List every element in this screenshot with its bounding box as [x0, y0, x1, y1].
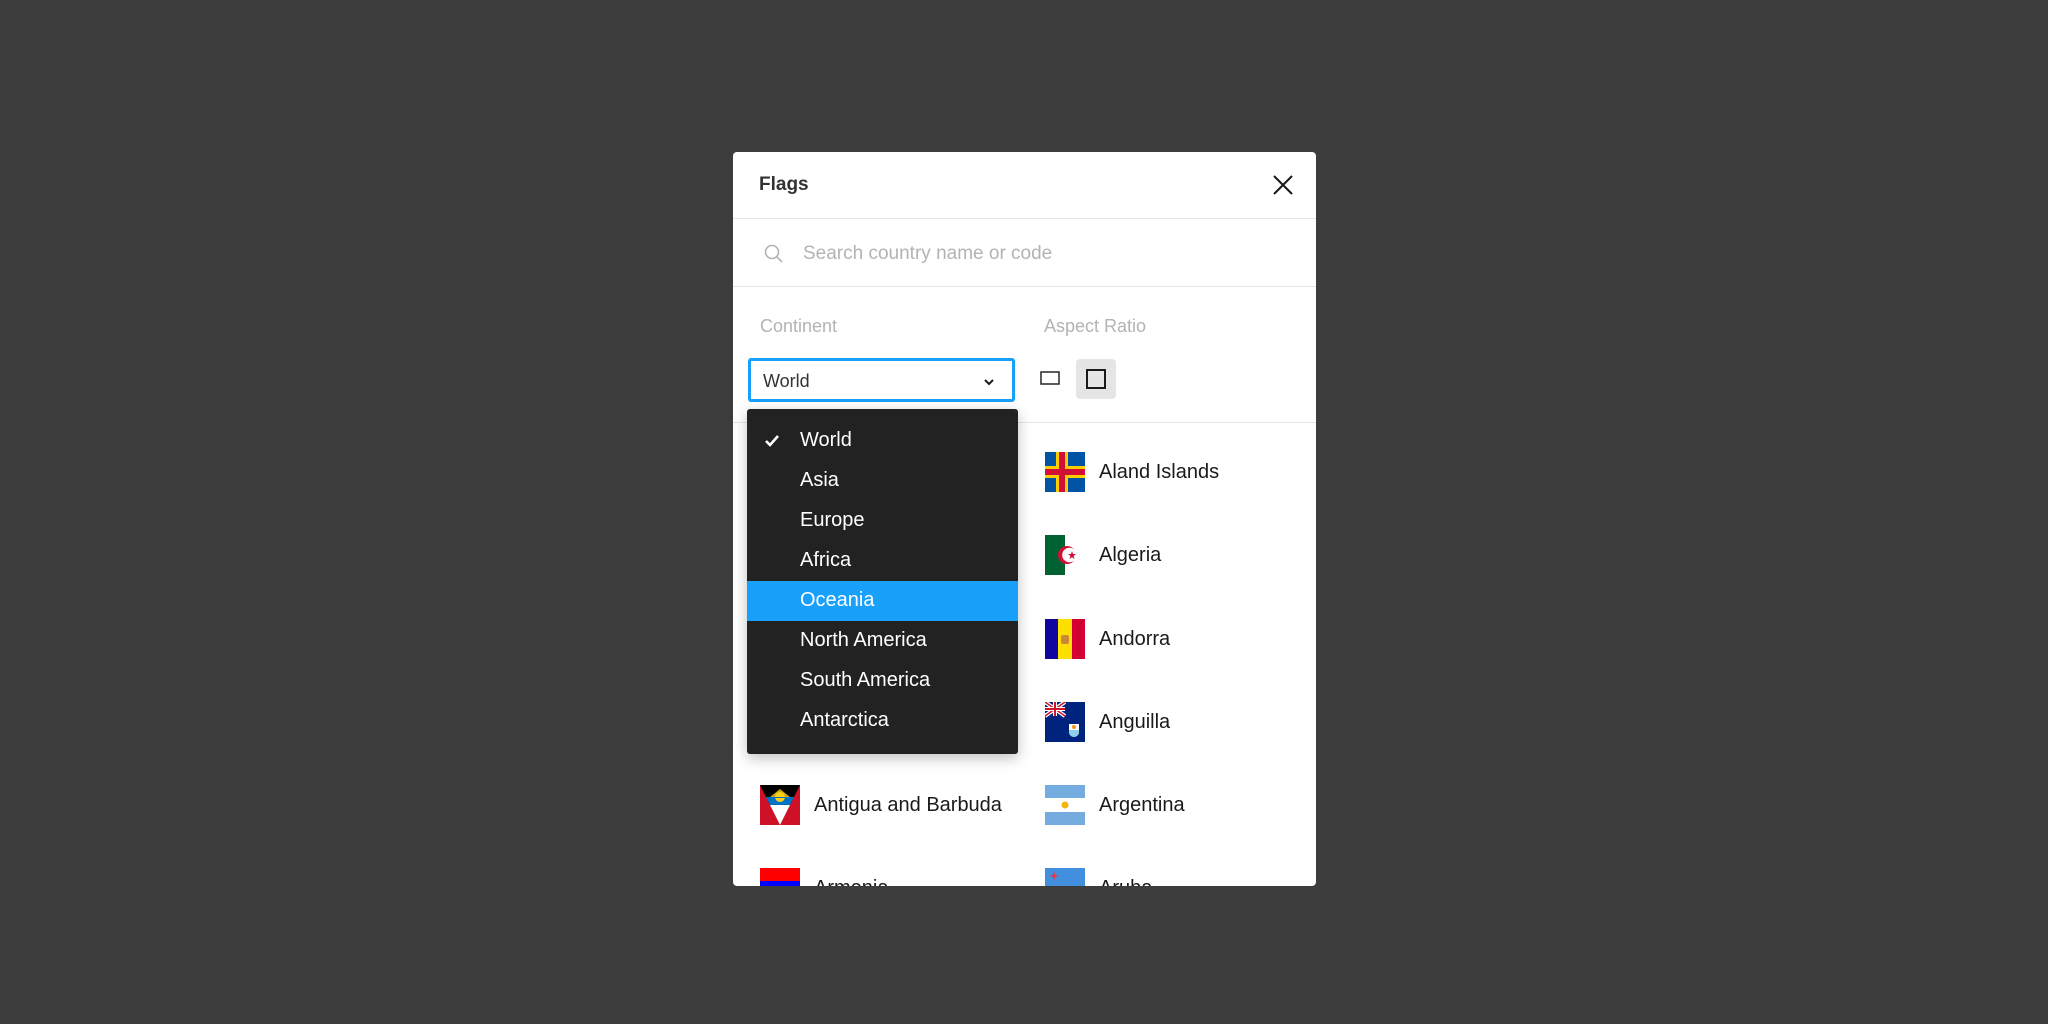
option-label: Antarctica: [800, 709, 889, 731]
country-name: Anguilla: [1099, 710, 1171, 733]
country-item-antigua-and-barbuda[interactable]: Antigua and Barbuda: [760, 783, 1002, 827]
country-item-armenia[interactable]: Armenia: [760, 866, 888, 886]
country-name: Aland Islands: [1099, 460, 1220, 483]
dropdown-option-world[interactable]: World: [747, 421, 1018, 461]
continent-dropdown-menu: World Asia Europe Africa Oceania North A…: [747, 409, 1018, 754]
country-item-aruba[interactable]: Aruba: [1045, 866, 1152, 886]
aspect-ratio-label: Aspect Ratio: [1044, 316, 1147, 336]
antigua-and-barbuda-flag-icon: [760, 785, 800, 825]
option-label: North America: [800, 629, 927, 651]
aspect-wide-button[interactable]: [1039, 359, 1079, 399]
aspect-square-button[interactable]: [1076, 359, 1116, 399]
continent-select[interactable]: World: [748, 358, 1015, 402]
country-item-algeria[interactable]: Algeria: [1045, 533, 1161, 577]
search-input[interactable]: [801, 237, 1285, 271]
chevron-down-icon: [984, 379, 994, 386]
dropdown-option-africa[interactable]: Africa: [747, 541, 1018, 581]
dropdown-option-asia[interactable]: Asia: [747, 461, 1018, 501]
argentina-flag-icon: [1045, 785, 1085, 825]
option-label: Asia: [800, 469, 839, 491]
aland-islands-flag-icon: [1045, 452, 1085, 492]
modal-header: Flags: [733, 152, 1316, 219]
modal-title: Flags: [759, 174, 809, 195]
country-item-argentina[interactable]: Argentina: [1045, 783, 1185, 827]
dropdown-option-north-america[interactable]: North America: [747, 621, 1018, 661]
armenia-flag-icon: [760, 868, 800, 886]
anguilla-flag-icon: [1045, 702, 1085, 742]
country-item-anguilla[interactable]: Anguilla: [1045, 700, 1170, 744]
country-item-aland-islands[interactable]: Aland Islands: [1045, 450, 1219, 494]
country-name: Argentina: [1099, 793, 1185, 816]
close-icon: [1273, 175, 1293, 195]
andorra-flag-icon: [1045, 619, 1085, 659]
filters-section: [733, 287, 1316, 423]
option-label: Europe: [800, 509, 865, 531]
continent-label: Continent: [760, 316, 838, 336]
option-label: South America: [800, 669, 931, 691]
algeria-flag-icon: [1045, 535, 1085, 575]
checkmark-icon: [765, 435, 779, 447]
option-label: World: [800, 429, 852, 451]
country-name: Andorra: [1099, 627, 1171, 650]
country-name: Antigua and Barbuda: [814, 793, 1002, 816]
option-label: Oceania: [800, 589, 875, 611]
dropdown-option-oceania[interactable]: Oceania: [747, 581, 1018, 621]
dropdown-option-south-america[interactable]: South America: [747, 661, 1018, 701]
dropdown-option-antarctica[interactable]: Antarctica: [747, 701, 1018, 741]
continent-select-value: World: [763, 371, 810, 391]
country-item-andorra[interactable]: Andorra: [1045, 617, 1170, 661]
aruba-flag-icon: [1045, 868, 1085, 886]
option-label: Africa: [800, 549, 852, 571]
dropdown-option-europe[interactable]: Europe: [747, 501, 1018, 541]
rectangle-wide-icon: [1040, 371, 1060, 385]
country-name: Armenia: [814, 877, 888, 887]
search-row: [733, 219, 1316, 287]
square-icon: [1086, 369, 1106, 389]
close-button[interactable]: [1270, 172, 1296, 198]
country-name: Aruba: [1099, 877, 1152, 887]
search-icon: [764, 244, 783, 263]
country-name: Algeria: [1099, 543, 1162, 566]
